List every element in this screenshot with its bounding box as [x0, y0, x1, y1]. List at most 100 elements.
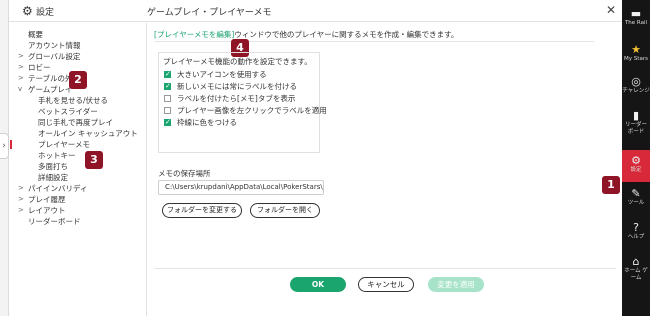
tree-item[interactable]: 詳細設定 [18, 172, 138, 183]
option-always-label[interactable]: 新しいメモには常にラベルを付ける [164, 81, 297, 92]
notes-options-group: プレイヤーメモ機能の動作を設定できます。 大きいアイコンを使用する 新しいメモに… [158, 52, 327, 153]
change-folder-button[interactable]: フォルダーを変更する [162, 203, 242, 218]
tree-arrow-icon: > [18, 206, 24, 214]
nav-label: チャレンジ [622, 88, 650, 94]
home-game-icon: ⌂ [632, 255, 640, 268]
option-large-icons[interactable]: 大きいアイコンを使用する [164, 69, 267, 80]
tree-item[interactable]: オールイン キャッシュアウト [18, 128, 138, 139]
edit-notes-link[interactable]: [プレイヤーメモを編集] [154, 30, 234, 39]
tree-item[interactable]: > プレイ履歴 [18, 194, 138, 205]
option-left-click-label[interactable]: プレイヤー画像を左クリックでラベルを適用 [164, 106, 327, 116]
checkbox[interactable] [164, 81, 171, 91]
tree-item-label: リーダーボード [28, 217, 81, 226]
nav-help[interactable]: ? ヘルプ [622, 222, 650, 250]
tree-arrow-icon: > [18, 184, 24, 192]
tree-item-label: グローバル設定 [28, 52, 81, 61]
tree-item[interactable]: > グローバル設定 [18, 51, 138, 62]
ok-button[interactable]: OK [290, 277, 346, 292]
nav-label: My Stars [624, 56, 648, 62]
close-icon[interactable]: ✕ [606, 3, 616, 17]
settings-sidebar: 概要 アカウント情報 > グローバル設定 > ロビー > テーブルの外観 v ゲームプレ… [9, 23, 147, 316]
nav-leaderboard[interactable]: ▮ リーダー ボード [622, 110, 650, 144]
checkbox[interactable] [164, 117, 171, 127]
nav-label: ツール [627, 200, 645, 206]
tree-item[interactable]: 手札を見せる/伏せる [18, 95, 138, 106]
settings-icon: ⚙ [631, 154, 641, 167]
tree-item[interactable]: > レイアウト [18, 205, 138, 216]
tree-item-label: プレイ履歴 [28, 195, 66, 204]
help-icon: ? [633, 221, 639, 234]
right-nav-panel: ▬ The Rail ★ My Stars ◎ チャレンジ ▮ リーダー ボード… [622, 0, 650, 316]
nav-my-stars[interactable]: ★ My Stars [622, 44, 650, 68]
tree-item-label: 概要 [28, 30, 43, 39]
checkbox[interactable] [164, 69, 171, 79]
footer-divider [154, 268, 616, 269]
tree-item[interactable]: ベットスライダー [18, 106, 138, 117]
save-path-field[interactable]: C:\Users\krupdani\AppData\Local\PokerSta… [158, 180, 324, 195]
gear-icon: ⚙ [22, 4, 33, 18]
nav-label: ホーム ゲーム [624, 268, 648, 281]
page-title: ゲームプレイ・プレイヤーメモ [147, 8, 272, 18]
tree-item-label: ホットキー [38, 151, 76, 160]
nav-label: The Rail [624, 20, 648, 26]
expand-arrow-icon[interactable]: › [0, 133, 9, 159]
tree-item-label: パイインバリディ [28, 184, 88, 193]
nav-tools[interactable]: ✎ ツール [622, 188, 650, 216]
tree-arrow-icon: > [18, 74, 24, 82]
tree-item-label: ゲームプレイ [28, 85, 73, 94]
tree-arrow-icon: > [18, 63, 24, 71]
tree-item[interactable]: > パイインバリディ [18, 183, 138, 194]
save-location-label: メモの保存場所 [158, 169, 211, 178]
tree-arrow-icon: > [18, 52, 24, 60]
star-icon: ★ [631, 43, 641, 56]
option-label: 大きいアイコンを使用する [177, 70, 267, 79]
option-label: ラベルを付けたら[メモ]タブを表示 [177, 94, 296, 103]
description-text: [プレイヤーメモを編集]ウィンドウで他のプレイヤーに関するメモを作成・編集できま… [154, 29, 458, 40]
tree-item-player-notes[interactable]: プレイヤーメモ [10, 139, 138, 150]
apply-button[interactable]: 変更を適用 [428, 277, 484, 292]
screen: › ⚙ 設定 ゲームプレイ・プレイヤーメモ ✕ 概要 アカウント情報 > グローバ… [0, 0, 650, 316]
challenge-icon: ◎ [631, 75, 641, 88]
nav-the-rail[interactable]: ▬ The Rail [622, 8, 650, 38]
cancel-button[interactable]: キャンセル [358, 277, 414, 292]
rail-icon: ▬ [630, 7, 642, 20]
badge-2: 2 [69, 71, 87, 89]
tree-item[interactable]: ホットキー [18, 150, 138, 161]
wrench-icon: ✎ [631, 187, 641, 200]
option-colored-border[interactable]: 枠線に色をつける [164, 117, 237, 128]
settings-tree: 概要 アカウント情報 > グローバル設定 > ロビー > テーブルの外観 v ゲームプレ… [10, 29, 138, 227]
window-title: 設定 [36, 8, 55, 18]
left-edge-bar: › [0, 0, 9, 316]
tree-item[interactable]: アカウント情報 [18, 40, 138, 51]
open-folder-button[interactable]: フォルダーを開く [250, 203, 320, 218]
checkbox[interactable] [164, 94, 171, 102]
nav-home-games[interactable]: ⌂ ホーム ゲーム [622, 256, 650, 290]
divider [154, 41, 594, 42]
description-rest: ウィンドウで他のプレイヤーに関するメモを作成・編集できます。 [234, 30, 459, 39]
tree-item[interactable]: リーダーボード [18, 216, 138, 227]
tree-item-label: オールイン キャッシュアウト [38, 129, 138, 138]
tree-item[interactable]: 概要 [18, 29, 138, 40]
nav-challenges[interactable]: ◎ チャレンジ [622, 76, 650, 104]
tree-item-label: ロビー [28, 63, 51, 72]
tree-item[interactable]: 多面打ち [18, 161, 138, 172]
tree-item-label: 同じ手札で再度プレイ [38, 118, 113, 127]
content-pane: [プレイヤーメモを編集]ウィンドウで他のプレイヤーに関するメモを作成・編集できま… [148, 23, 622, 316]
tree-item-label: 多面打ち [38, 162, 68, 171]
tree-arrow-icon: > [18, 195, 24, 203]
tree-arrow-icon: v [18, 85, 23, 93]
option-label: 枠線に色をつける [177, 118, 237, 127]
tree-item-label: ベットスライダー [38, 107, 98, 116]
nav-label: リーダー ボード [624, 122, 647, 135]
option-show-notes-tab[interactable]: ラベルを付けたら[メモ]タブを表示 [164, 94, 295, 104]
nav-label: 設定 [630, 167, 642, 173]
tree-item[interactable]: 同じ手札で再度プレイ [18, 117, 138, 128]
tree-item-label: プレイヤーメモ [38, 140, 90, 149]
option-label: 新しいメモには常にラベルを付ける [177, 82, 297, 91]
nav-settings[interactable]: ⚙ 設定 [622, 150, 650, 182]
settings-window: ⚙ 設定 ゲームプレイ・プレイヤーメモ ✕ 概要 アカウント情報 > グローバル設… [9, 0, 622, 316]
option-label: プレイヤー画像を左クリックでラベルを適用 [177, 106, 327, 115]
badge-1: 1 [602, 176, 620, 194]
badge-3: 3 [85, 151, 103, 169]
checkbox[interactable] [164, 106, 171, 114]
